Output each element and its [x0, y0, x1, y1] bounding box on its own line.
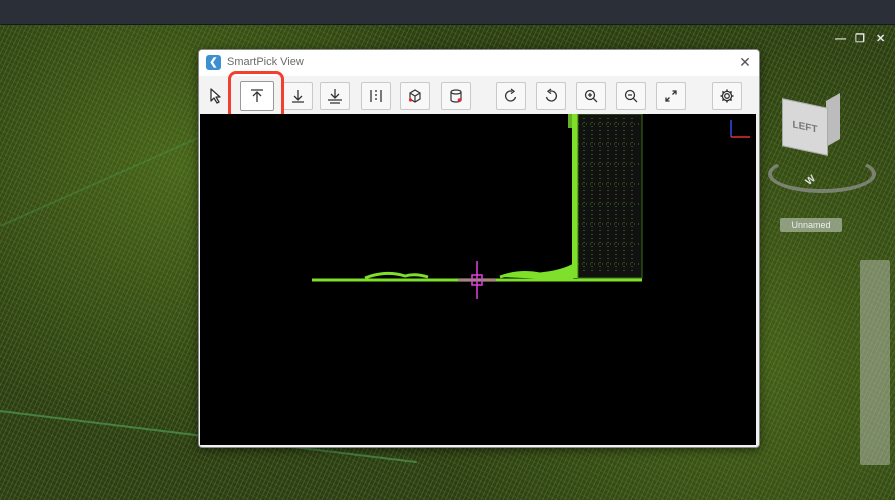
box-view-button[interactable] [400, 82, 430, 110]
rotate-cw-button[interactable] [496, 82, 526, 110]
layer-name-label: Unnamed [780, 218, 842, 232]
axis-indicator-icon [730, 120, 750, 138]
gear-icon [720, 89, 734, 103]
navcube-left-face[interactable]: LEFT [782, 98, 828, 156]
application-top-bar [0, 0, 895, 25]
vertical-structure-points [568, 114, 643, 279]
rotate-clockwise-icon [504, 88, 517, 102]
cube-icon [408, 89, 421, 103]
zoom-out-button[interactable] [616, 82, 646, 110]
cylinder-view-button[interactable] [441, 82, 471, 110]
select-tool-button[interactable] [201, 82, 231, 110]
smartpick-viewport[interactable] [200, 114, 756, 445]
navcube-compass-ring[interactable] [768, 155, 876, 193]
rotate-ccw-button[interactable] [536, 82, 566, 110]
rotate-counterclockwise-icon [545, 88, 558, 102]
pick-bottom-button[interactable] [283, 82, 313, 110]
view-navigation-cube[interactable]: LEFT W [768, 92, 876, 193]
dialog-title: SmartPick View [227, 56, 304, 68]
restore-window-button[interactable]: ❐ [855, 33, 865, 45]
cursor-arrow-icon [210, 88, 221, 104]
smartpick-app-icon: ❮ [206, 55, 221, 70]
zoom-in-button[interactable] [576, 82, 606, 110]
cylinder-icon [450, 89, 462, 103]
close-window-button[interactable]: ✕ [876, 33, 885, 45]
arrow-down-to-double-line-icon [328, 89, 342, 104]
section-lines-button[interactable] [361, 82, 391, 110]
zoom-extents-button[interactable] [656, 82, 686, 110]
dialog-close-button[interactable]: ✕ [737, 53, 753, 71]
zoom-in-icon [584, 89, 598, 103]
point-cloud-section-view [312, 114, 750, 299]
pick-ground-button[interactable] [320, 82, 350, 110]
dialog-title-bar[interactable]: ❮ SmartPick View ✕ [199, 50, 759, 76]
arrow-down-to-line-icon [292, 90, 304, 103]
vertical-dashed-lines-icon [370, 90, 382, 102]
minimize-window-button[interactable]: — [835, 33, 846, 45]
smartpick-view-dialog: ❮ SmartPick View ✕ [198, 49, 760, 448]
background-guide-line [0, 131, 211, 227]
navcube-side-face[interactable] [826, 92, 840, 148]
pick-crosshair-cursor [458, 261, 496, 299]
zoom-out-icon [624, 89, 638, 103]
settings-button[interactable] [712, 82, 742, 110]
side-scroll-panel[interactable] [860, 260, 890, 465]
expand-diagonal-icon [665, 90, 677, 102]
